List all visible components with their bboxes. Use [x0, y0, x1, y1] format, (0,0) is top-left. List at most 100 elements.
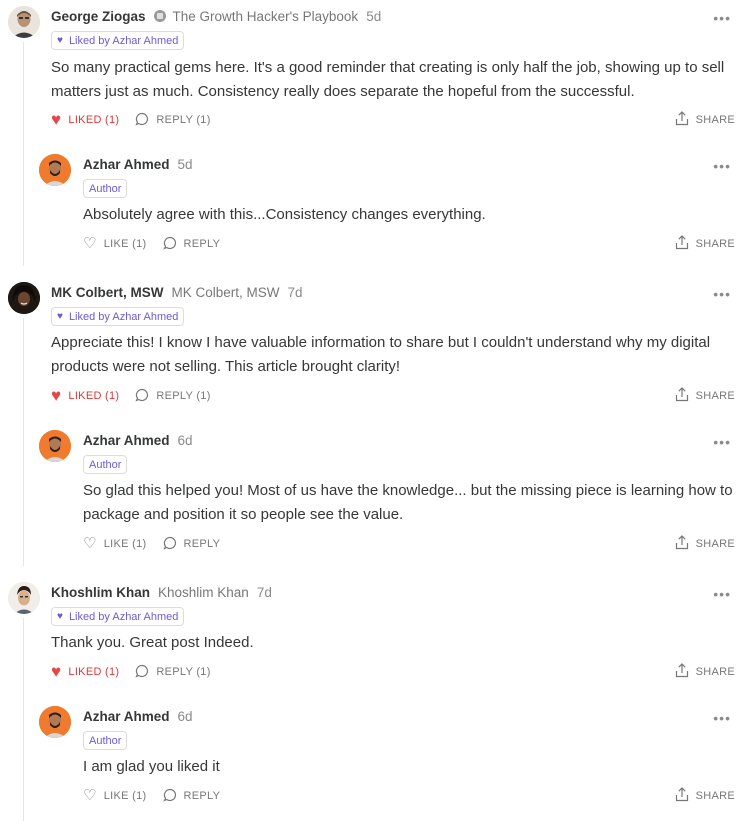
- more-options-ellipsis-icon[interactable]: •••: [713, 587, 731, 601]
- like-label: LIKE (1): [103, 790, 147, 802]
- reply-button[interactable]: REPLY: [162, 236, 221, 253]
- avatar[interactable]: [8, 582, 40, 614]
- reply-label: REPLY (1): [156, 390, 211, 402]
- comment-author-name[interactable]: Khoshlim Khan: [51, 585, 150, 600]
- reply-body-line: Absolutely agree with this...Consistency…: [83, 206, 486, 223]
- more-options-ellipsis-icon[interactable]: •••: [713, 711, 731, 725]
- comment-author-name[interactable]: MK Colbert, MSW: [51, 285, 164, 300]
- avatar[interactable]: [39, 706, 71, 738]
- reply-button[interactable]: REPLY: [162, 788, 221, 805]
- comment-body: So many practical gems here. It's a good…: [51, 56, 724, 104]
- reply-body: I am glad you liked it: [83, 755, 220, 779]
- heart-filled-icon: ♥: [51, 386, 62, 405]
- comment-actions: ♥ LIKED (1) REPLY (1): [51, 663, 227, 681]
- share-upload-icon: [675, 235, 689, 253]
- like-button[interactable]: ♡ LIKE (1): [83, 788, 147, 803]
- publication-name[interactable]: Khoshlim Khan: [158, 585, 249, 600]
- thread-line: [23, 318, 24, 566]
- comment-publication[interactable]: Khoshlim Khan: [158, 585, 249, 600]
- author-badge: Author: [83, 455, 128, 474]
- comment-timestamp[interactable]: 7d: [288, 285, 303, 300]
- reply-author-name[interactable]: Azhar Ahmed: [83, 709, 170, 724]
- reply-button[interactable]: REPLY (1): [135, 388, 210, 405]
- heart-filled-icon: ♥: [51, 662, 62, 681]
- comment-body-line: Appreciate this! I know I have valuable …: [51, 334, 711, 351]
- share-button[interactable]: SHARE: [675, 787, 735, 805]
- like-label: LIKED (1): [68, 114, 120, 126]
- reply-actions: ♡ LIKE (1) REPLY: [83, 535, 236, 553]
- liked-by-author-badge: ♥ Liked by Azhar Ahmed: [51, 31, 185, 50]
- like-button[interactable]: ♡ LIKE (1): [83, 235, 147, 252]
- share-button[interactable]: SHARE: [675, 235, 735, 253]
- like-label: LIKED (1): [68, 666, 120, 678]
- like-button[interactable]: ♡ LIKE (1): [83, 535, 147, 552]
- comment-body: Appreciate this! I know I have valuable …: [51, 331, 710, 379]
- reply-timestamp[interactable]: 6d: [178, 709, 193, 724]
- more-options-ellipsis-icon[interactable]: •••: [713, 435, 731, 449]
- publication-name[interactable]: MK Colbert, MSW: [172, 285, 280, 300]
- avatar[interactable]: [39, 154, 71, 186]
- comment-body-line: So many practical gems here. It's a good…: [51, 59, 725, 76]
- heart-filled-icon: ♥: [57, 611, 63, 622]
- share-label: SHARE: [695, 790, 735, 802]
- comment-body-line: matters just as much. Consistency really…: [51, 83, 635, 100]
- share-button[interactable]: SHARE: [675, 535, 735, 553]
- reply-actions: ♡ LIKE (1) REPLY: [83, 787, 236, 805]
- reply-author-name[interactable]: Azhar Ahmed: [83, 433, 170, 448]
- share-label: SHARE: [695, 538, 735, 550]
- like-label: LIKE (1): [103, 538, 147, 550]
- reply-button[interactable]: REPLY (1): [135, 112, 210, 129]
- comment-timestamp[interactable]: 7d: [257, 585, 272, 600]
- reply-timestamp[interactable]: 5d: [178, 157, 193, 172]
- more-options-ellipsis-icon[interactable]: •••: [713, 287, 731, 301]
- heart-outline-icon: ♡: [83, 235, 97, 252]
- comment-body-line: products were not selling. This article …: [51, 358, 401, 375]
- author-badge: Author: [83, 731, 128, 750]
- avatar[interactable]: [8, 282, 40, 314]
- reply-label: REPLY: [183, 790, 221, 802]
- like-button[interactable]: ♥ LIKED (1): [51, 386, 120, 405]
- share-upload-icon: [675, 535, 689, 553]
- share-label: SHARE: [695, 390, 735, 402]
- thread-line: [23, 42, 24, 266]
- avatar[interactable]: [8, 6, 40, 38]
- comment-timestamp[interactable]: 5d: [366, 9, 381, 24]
- reply-timestamp[interactable]: 6d: [178, 433, 193, 448]
- heart-outline-icon: ♡: [83, 535, 97, 552]
- comment-publication[interactable]: The Growth Hacker's Playbook: [153, 9, 359, 24]
- like-button[interactable]: ♥ LIKED (1): [51, 662, 120, 681]
- share-upload-icon: [675, 387, 689, 405]
- speech-bubble-icon: [162, 536, 177, 553]
- reply-label: REPLY (1): [156, 114, 211, 126]
- more-options-ellipsis-icon[interactable]: •••: [713, 11, 731, 25]
- thread-line: [23, 618, 24, 821]
- avatar[interactable]: [39, 430, 71, 462]
- comment-body-line: Thank you. Great post Indeed.: [51, 634, 254, 651]
- share-button[interactable]: SHARE: [675, 387, 735, 405]
- liked-by-author-badge: ♥ Liked by Azhar Ahmed: [51, 307, 185, 326]
- reply-label: REPLY: [183, 538, 221, 550]
- comment-actions: ♥ LIKED (1) REPLY (1): [51, 111, 227, 129]
- reply-button[interactable]: REPLY (1): [135, 664, 210, 681]
- publication-name[interactable]: The Growth Hacker's Playbook: [173, 9, 359, 24]
- heart-filled-icon: ♥: [57, 311, 63, 322]
- reply-button[interactable]: REPLY: [162, 536, 221, 553]
- comment-publication[interactable]: MK Colbert, MSW: [172, 285, 280, 300]
- share-button[interactable]: SHARE: [675, 111, 735, 129]
- heart-filled-icon: ♥: [51, 110, 62, 129]
- liked-by-label: Liked by Azhar Ahmed: [68, 34, 179, 47]
- share-label: SHARE: [695, 666, 735, 678]
- reply-author-name[interactable]: Azhar Ahmed: [83, 157, 170, 172]
- speech-bubble-icon: [162, 236, 177, 253]
- liked-by-label: Liked by Azhar Ahmed: [68, 310, 179, 323]
- like-button[interactable]: ♥ LIKED (1): [51, 110, 120, 129]
- liked-by-author-badge: ♥ Liked by Azhar Ahmed: [51, 607, 185, 626]
- like-label: LIKED (1): [68, 390, 120, 402]
- comment-author-name[interactable]: George Ziogas: [51, 9, 146, 24]
- share-upload-icon: [675, 663, 689, 681]
- reply-body-line: package and position it so people see th…: [83, 506, 404, 523]
- more-options-ellipsis-icon[interactable]: •••: [713, 159, 731, 173]
- author-badge: Author: [83, 179, 128, 198]
- share-button[interactable]: SHARE: [675, 663, 735, 681]
- reply-body-line: I am glad you liked it: [83, 758, 220, 775]
